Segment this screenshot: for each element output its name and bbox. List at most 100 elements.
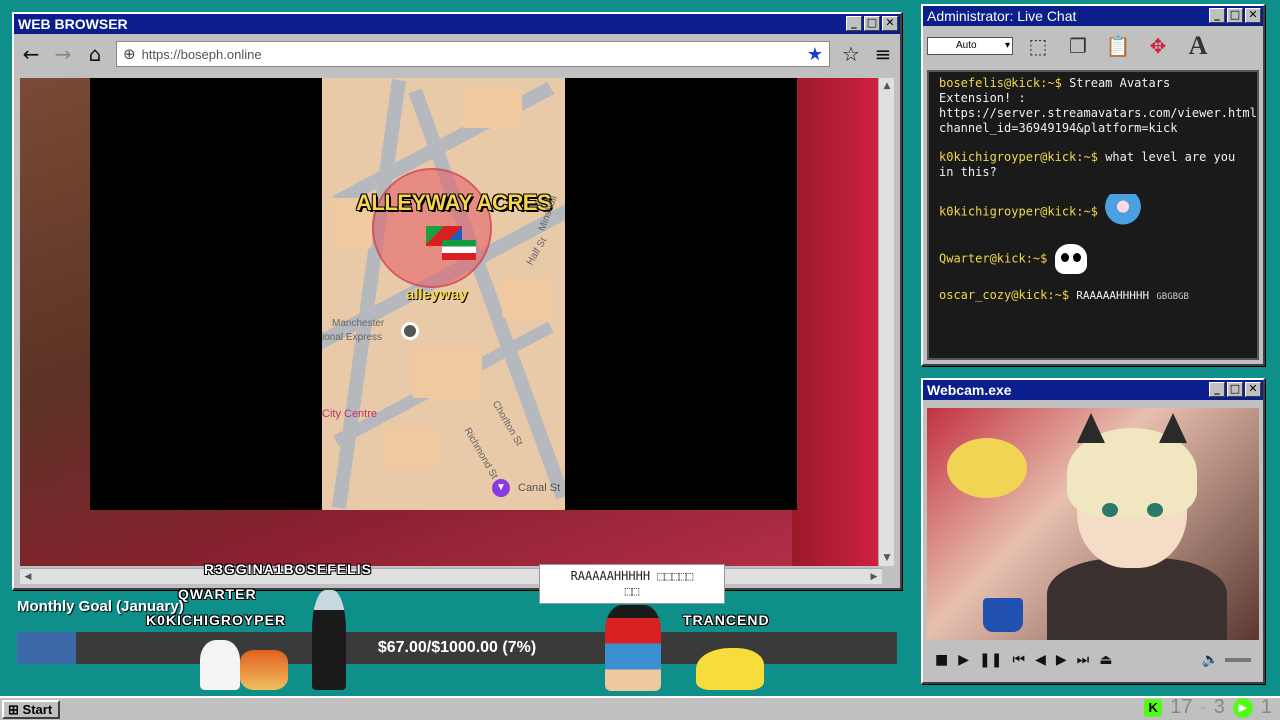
browser-titlebar[interactable]: WEB BROWSER _ □ ✕ [14, 14, 900, 34]
webcam-video [927, 408, 1259, 640]
volume-icon[interactable]: 🔈 [1202, 652, 1219, 668]
skeleton-sprite [200, 640, 240, 690]
map-label: Half St [524, 235, 550, 268]
windows-logo-icon: ⊞ [8, 702, 19, 717]
chat-window: Administrator: Live Chat _ □ ✕ Auto ⬚ ❐ … [921, 4, 1265, 366]
stream-count: 1 [1260, 696, 1272, 718]
webcam-window: Webcam.exe _ □ ✕ ■ ▶ ❚❚ ⏮ ◀ ▶ ⏭ ⏏ 🔈 [921, 378, 1265, 684]
chat-username: k0kichigroyper@kick:~$ [939, 204, 1098, 219]
scroll-down-icon[interactable]: ▼ [879, 550, 895, 566]
favorites-icon[interactable]: ☆ [840, 43, 862, 65]
map-label: City Centre [322, 408, 378, 420]
map-title: ALLEYWAY ACRES [356, 190, 552, 215]
webcam-titlebar[interactable]: Webcam.exe _ □ ✕ [923, 380, 1263, 400]
avatar-name: R3GGINA1BOSEFELIS [204, 561, 372, 577]
chat-text-extra: GBGBGB [1156, 292, 1189, 302]
paste-icon[interactable]: 📋 [1103, 31, 1133, 61]
bookmark-star-icon[interactable]: ★ [807, 44, 823, 65]
back-icon[interactable]: ← [20, 43, 42, 65]
map-label: Manchester [332, 318, 385, 329]
browser-viewport: ALLEYWAY ACRES alleyway Manchester ional… [20, 78, 882, 566]
map-label: Chorlton St [489, 399, 525, 448]
skip-forward-icon[interactable]: ⏭ [1077, 652, 1090, 668]
start-button[interactable]: ⊞ Start [2, 700, 60, 719]
chat-username: oscar_cozy@kick:~$ [939, 288, 1070, 302]
skip-back-icon[interactable]: ⏮ [1012, 652, 1025, 668]
home-icon[interactable]: ⌂ [84, 43, 106, 65]
move-icon[interactable]: ✥ [1143, 31, 1173, 61]
font-icon[interactable]: A [1183, 31, 1213, 61]
scroll-up-icon[interactable]: ▲ [879, 78, 895, 94]
start-label: Start [22, 702, 53, 717]
minimize-button[interactable]: _ [1209, 382, 1225, 397]
globe-icon: ⊕ [123, 45, 136, 63]
dark-character-sprite [312, 590, 346, 690]
cat-ear [1159, 413, 1187, 443]
minimize-button[interactable]: _ [846, 16, 862, 31]
chat-log[interactable]: bosefelis@kick:~$ Stream Avatars Extensi… [927, 70, 1259, 360]
follower-count: 3 [1213, 696, 1225, 718]
cozy-icon: ~ [1200, 702, 1206, 713]
chat-message: Qwarter@kick:~$ [939, 244, 1247, 274]
menu-icon[interactable]: ≡ [872, 43, 894, 65]
play-circle-icon: ▶ [1232, 697, 1253, 718]
browser-navbar: ← → ⌂ ⊕ https://boseph.online ★ ☆ ≡ [14, 34, 900, 74]
forward-icon[interactable]: → [52, 43, 74, 65]
goal-progress-bar: $67.00/$1000.00 (7%) [17, 632, 897, 664]
chat-message: oscar_cozy@kick:~$ RAAAAAHHHHH GBGBGB [939, 288, 1247, 305]
rewind-icon[interactable]: ◀ [1035, 652, 1046, 668]
scroll-right-icon[interactable]: ▶ [866, 569, 882, 585]
browser-window: WEB BROWSER _ □ ✕ ← → ⌂ ⊕ https://boseph… [12, 12, 902, 590]
horizontal-scrollbar[interactable]: ◀ ▶ [20, 568, 882, 584]
font-size-dropdown[interactable]: Auto [927, 37, 1013, 55]
goal-text: $67.00/$1000.00 (7%) [377, 639, 537, 656]
vertical-scrollbar[interactable]: ▲ ▼ [878, 78, 894, 566]
runner-sprite [605, 605, 661, 691]
copy-icon[interactable]: ❐ [1063, 31, 1093, 61]
webcam-title: Webcam.exe [927, 382, 1012, 398]
maximize-button[interactable]: □ [864, 16, 880, 31]
close-button[interactable]: ✕ [1245, 382, 1261, 397]
close-button[interactable]: ✕ [1245, 8, 1261, 23]
pixel-sprite [240, 650, 288, 690]
chat-username: k0kichigroyper@kick:~$ [939, 150, 1098, 164]
url-text: https://boseph.online [141, 46, 262, 62]
select-icon[interactable]: ⬚ [1023, 31, 1053, 61]
red-curtain [792, 78, 882, 566]
fast-forward-icon[interactable]: ▶ [1056, 652, 1067, 668]
avatar-name: QWARTER [178, 586, 257, 602]
speech-bubble: RAAAAAHHHHH ⬚⬚⬚⬚⬚ ⬚⬚ [539, 564, 725, 604]
stop-icon[interactable]: ■ [935, 652, 948, 668]
emote-icon [1105, 194, 1142, 230]
pause-icon[interactable]: ❚❚ [979, 652, 1002, 668]
chat-username: bosefelis@kick:~$ [939, 76, 1062, 90]
mug [983, 598, 1023, 632]
chat-message: k0kichigroyper@kick:~$ [939, 194, 1247, 230]
chat-title: Administrator: Live Chat [927, 8, 1077, 24]
maximize-button[interactable]: □ [1227, 382, 1243, 397]
avatar-eye [1147, 503, 1163, 517]
avatar-body [1047, 558, 1227, 640]
map-label: Richmond St [461, 425, 500, 482]
play-icon[interactable]: ▶ [958, 652, 969, 668]
chat-message: k0kichigroyper@kick:~$ what level are yo… [939, 150, 1247, 180]
map-pin-icon [401, 322, 419, 340]
eject-icon[interactable]: ⏏ [1099, 652, 1112, 668]
taskbar: ⊞ Start K 17 ~ 3 ▶ 1 [0, 696, 1280, 720]
volume-slider[interactable] [1225, 658, 1251, 662]
chat-titlebar[interactable]: Administrator: Live Chat _ □ ✕ [923, 6, 1263, 26]
map-video: ALLEYWAY ACRES alleyway Manchester ional… [322, 78, 565, 510]
system-tray: K 17 ~ 3 ▶ 1 [1144, 696, 1272, 719]
close-button[interactable]: ✕ [882, 16, 898, 31]
maximize-button[interactable]: □ [1227, 8, 1243, 23]
scroll-left-icon[interactable]: ◀ [20, 569, 36, 585]
address-bar[interactable]: ⊕ https://boseph.online ★ [116, 41, 830, 67]
map-label: ional Express [322, 332, 383, 343]
map-label: Canal St [518, 482, 561, 494]
letterbox-right [565, 78, 797, 510]
bubble-text: RAAAAAHHHHH ⬚⬚⬚⬚⬚ [570, 569, 694, 583]
avatar-eye [1102, 503, 1118, 517]
cat-ear [1077, 413, 1105, 443]
letterbox-left [90, 78, 322, 510]
minimize-button[interactable]: _ [1209, 8, 1225, 23]
